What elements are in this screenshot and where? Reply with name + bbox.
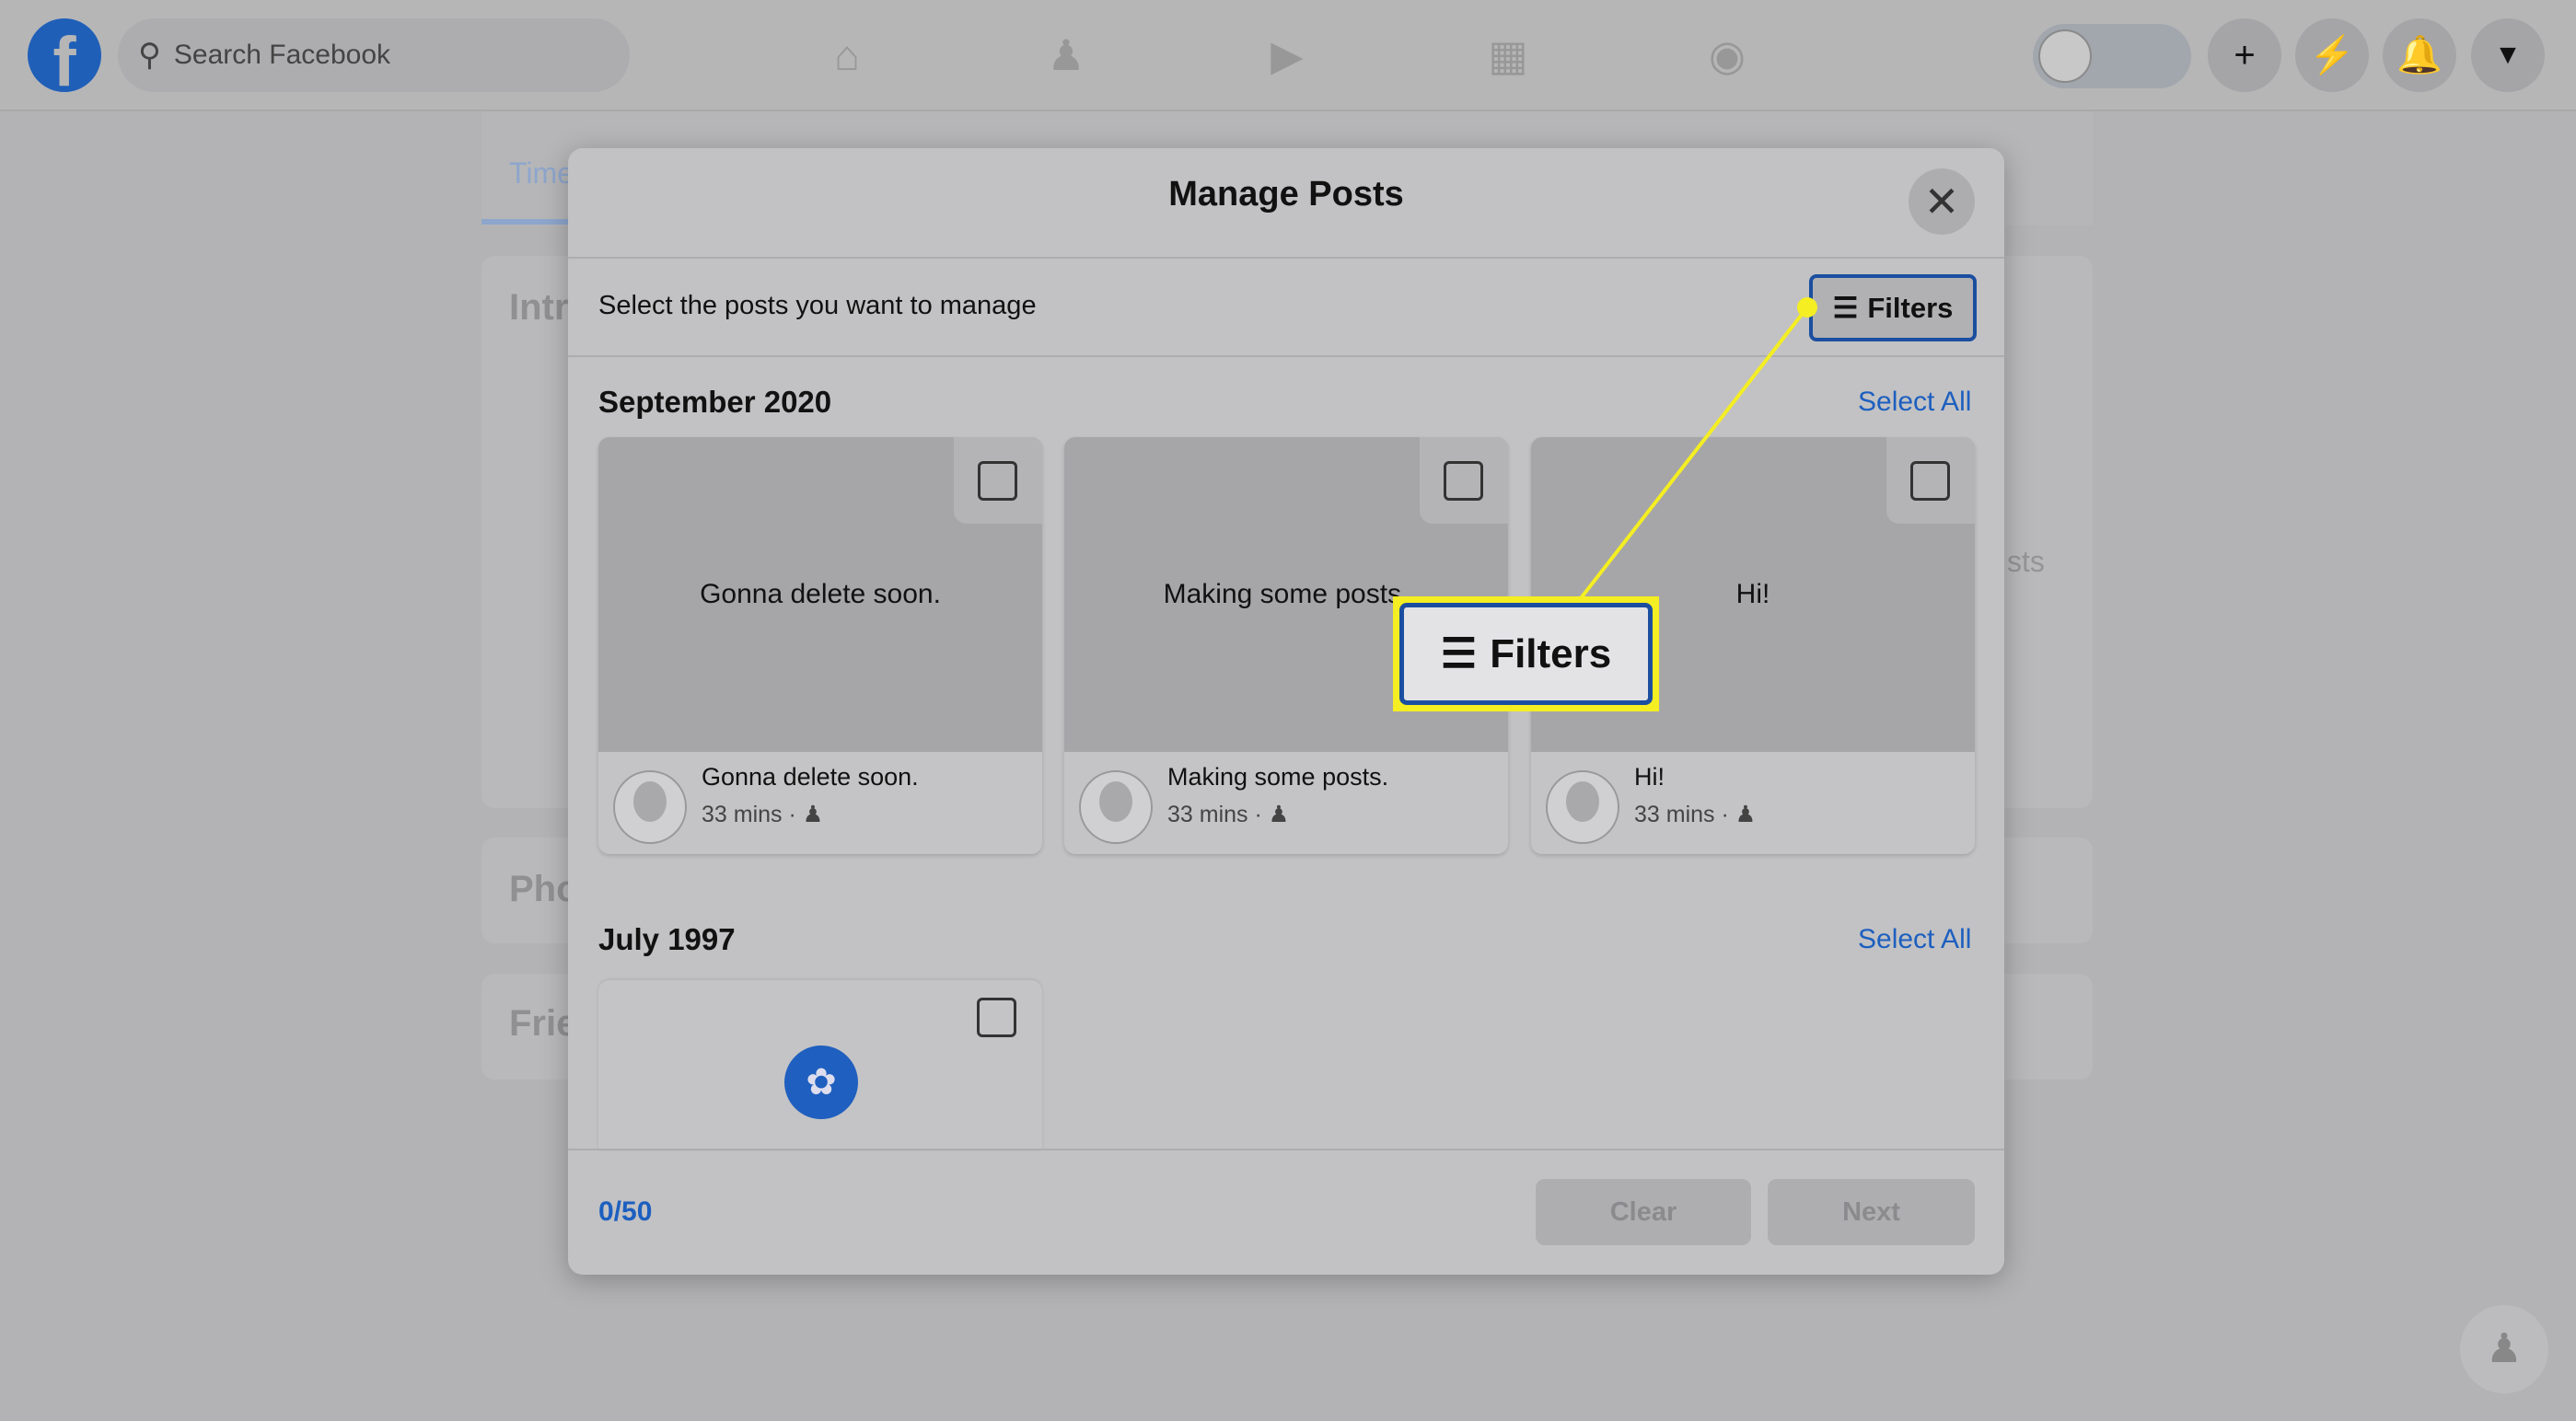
- callout-dot: [1797, 297, 1817, 318]
- filters-callout: ☰ Filters: [1393, 596, 1659, 711]
- sliders-icon: ☰: [1440, 631, 1478, 676]
- callout-label: Filters: [1490, 630, 1612, 676]
- callout-leader-line: [1579, 297, 1817, 600]
